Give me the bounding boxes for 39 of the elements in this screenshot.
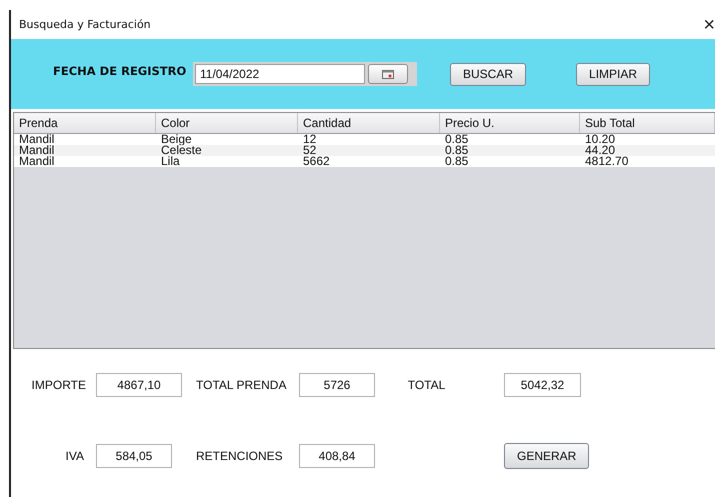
table-cell-text: Mandil — [18, 134, 56, 145]
table-cell-text: Mandil — [18, 156, 56, 167]
total-field[interactable]: 5726 — [299, 373, 375, 397]
table-cell-text: Mandil — [18, 145, 56, 156]
generate-button[interactable]: GENERAR — [504, 443, 590, 469]
table-cell-text: 4812.70 — [584, 156, 630, 167]
table-cell-text: Beige — [160, 134, 192, 145]
total-label: TOTAL — [408, 378, 446, 392]
close-button[interactable]: × — [703, 14, 715, 34]
table-cell-text: Lila — [160, 156, 180, 167]
table-cell-text: 12 — [302, 134, 318, 145]
action-button[interactable]: LIMPIAR — [576, 62, 650, 86]
calendar-icon — [382, 70, 394, 78]
total-field[interactable]: 408,84 — [299, 444, 375, 468]
table-cell-text: 10.20 — [584, 134, 616, 145]
total-label: IVA — [66, 449, 85, 463]
table-cell-text: 44.20 — [584, 145, 616, 156]
table-cell-text: 0.85 — [444, 134, 470, 145]
total-label: RETENCIONES — [196, 449, 283, 463]
window-title: Busqueda y Facturación — [19, 18, 151, 31]
total-field[interactable]: 4867,10 — [96, 373, 182, 397]
table-cell-text: 5662 — [302, 156, 331, 167]
table-cell-text: Celeste — [160, 145, 203, 156]
table-cell-text: 52 — [302, 145, 316, 156]
column-header[interactable]: Color — [156, 113, 298, 133]
date-field[interactable]: 11/04/2022 — [195, 64, 365, 84]
table-cell-text: 0.85 — [444, 156, 470, 167]
table-cell-text: 0.85 — [444, 145, 470, 156]
date-label: FECHA DE REGISTRO — [53, 64, 188, 78]
column-header[interactable]: Prenda — [14, 113, 156, 133]
action-button[interactable]: BUSCAR — [450, 62, 526, 86]
total-label: TOTAL PRENDA — [196, 378, 286, 392]
calendar-button[interactable] — [368, 64, 408, 84]
total-field[interactable]: 584,05 — [96, 444, 172, 468]
total-label: IMPORTE — [32, 378, 87, 392]
column-header[interactable]: Cantidad — [298, 113, 440, 133]
column-header[interactable]: Precio U. — [440, 113, 580, 133]
total-field[interactable]: 5042,32 — [504, 373, 581, 397]
column-header[interactable]: Sub Total — [580, 113, 715, 133]
